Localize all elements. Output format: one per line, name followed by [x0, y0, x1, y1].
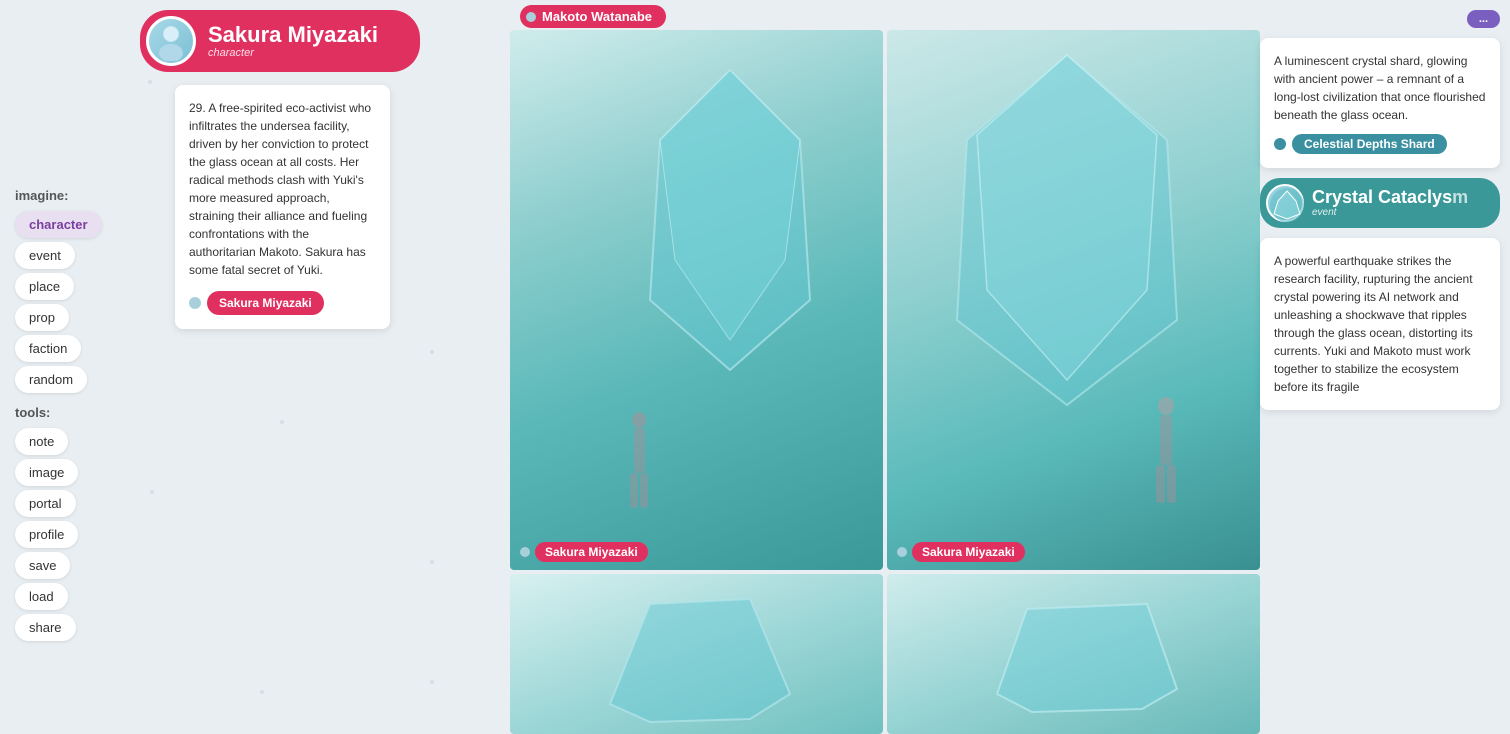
makoto-tag[interactable]: Makoto Watanabe — [520, 5, 666, 28]
image-tag-top-right: Sakura Miyazaki — [897, 542, 1025, 562]
sidebar-btn-prop[interactable]: prop — [15, 304, 69, 331]
sidebar-btn-character[interactable]: character — [15, 211, 102, 238]
sidebar-btn-faction[interactable]: faction — [15, 335, 81, 362]
description-text: 29. A free-spirited eco-activist who inf… — [189, 99, 376, 279]
sidebar-btn-random[interactable]: random — [15, 366, 87, 393]
crystal-cataclysm-header[interactable]: Crystal Cataclysm event — [1260, 178, 1500, 228]
image-tag-top-left: Sakura Miyazaki — [520, 542, 648, 562]
character-name: Sakura Miyazaki — [208, 23, 378, 47]
sidebar-btn-place[interactable]: place — [15, 273, 74, 300]
sidebar-btn-image[interactable]: image — [15, 459, 78, 486]
image-cell-top-right[interactable]: Sakura Miyazaki — [887, 30, 1260, 570]
celestial-tag-dot — [1274, 138, 1286, 150]
right-panel: ... A luminescent crystal shard, glowing… — [1250, 0, 1510, 716]
image-tag-label-top-right: Sakura Miyazaki — [912, 542, 1025, 562]
image-tag-dot — [520, 547, 530, 557]
tag-dot — [189, 297, 201, 309]
character-type: character — [208, 47, 378, 59]
celestial-shard-description: A luminescent crystal shard, glowing wit… — [1274, 52, 1486, 124]
image-cell-bottom-left[interactable] — [510, 574, 883, 734]
imagine-label: imagine: — [15, 188, 115, 203]
top-right-button[interactable]: ... — [1467, 10, 1500, 28]
tools-label: tools: — [15, 405, 115, 420]
description-card: 29. A free-spirited eco-activist who inf… — [175, 85, 390, 329]
image-cell-bottom-right[interactable] — [887, 574, 1260, 734]
event-avatar — [1266, 184, 1304, 222]
celestial-shard-card: A luminescent crystal shard, glowing wit… — [1260, 38, 1500, 168]
crystal-cataclysm-card: A powerful earthquake strikes the resear… — [1260, 238, 1500, 410]
sidebar-btn-note[interactable]: note — [15, 428, 68, 455]
character-card-header: Sakura Miyazaki character — [140, 10, 420, 72]
avatar — [146, 16, 196, 66]
character-header-text: Sakura Miyazaki character — [208, 23, 378, 59]
sidebar: imagine: character event place prop fact… — [0, 0, 130, 716]
character-tag-label: Sakura Miyazaki — [207, 291, 324, 315]
sidebar-btn-share[interactable]: share — [15, 614, 76, 641]
image-grid: Sakura Miyazaki Sakura Miyazaki — [510, 30, 1260, 734]
event-title: Crystal Cataclysm — [1312, 188, 1484, 208]
celestial-tag-label: Celestial Depths Shard — [1292, 134, 1447, 154]
crystal-cataclysm-description: A powerful earthquake strikes the resear… — [1274, 252, 1486, 396]
sidebar-btn-load[interactable]: load — [15, 583, 68, 610]
event-header-text: Crystal Cataclysm event — [1312, 188, 1484, 219]
image-tag-dot-right — [897, 547, 907, 557]
sidebar-btn-portal[interactable]: portal — [15, 490, 76, 517]
event-type: event — [1312, 207, 1484, 218]
description-tag: Sakura Miyazaki — [189, 291, 376, 315]
sidebar-btn-save[interactable]: save — [15, 552, 70, 579]
makoto-name: Makoto Watanabe — [542, 9, 652, 24]
celestial-shard-tag: Celestial Depths Shard — [1274, 134, 1486, 154]
sidebar-btn-event[interactable]: event — [15, 242, 75, 269]
image-tag-label-top-left: Sakura Miyazaki — [535, 542, 648, 562]
makoto-dot — [526, 12, 536, 22]
sidebar-btn-profile[interactable]: profile — [15, 521, 78, 548]
image-cell-top-left[interactable]: Sakura Miyazaki — [510, 30, 883, 570]
